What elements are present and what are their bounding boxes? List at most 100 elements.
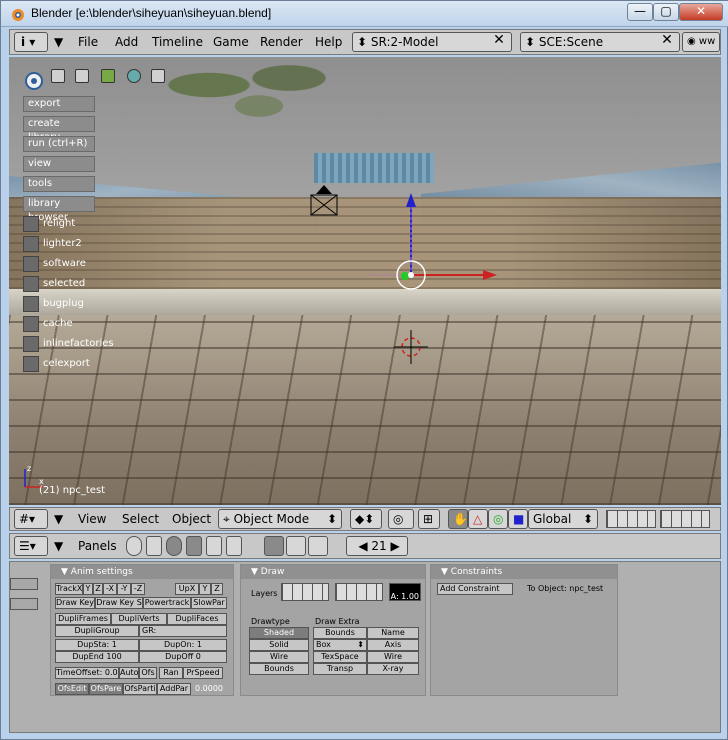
menu-timeline[interactable]: Timeline [152,32,203,52]
add-constraint-button[interactable]: Add Constraint [437,583,513,595]
draw-key-button[interactable]: Draw Key [55,597,95,609]
track-neg-x-button[interactable]: -X [103,583,117,595]
extra-box[interactable]: Box ⬍ [313,639,367,651]
collapse-icon[interactable]: ▼ [251,567,261,577]
upz-button[interactable]: Z [211,583,223,595]
layers-grid-1[interactable] [281,583,329,601]
menu-help[interactable]: Help [315,32,342,52]
layers-grid-2[interactable] [335,583,383,601]
ofsparti-button[interactable]: OfsParti [123,683,157,695]
draw-type-selector[interactable]: ◆⬍ [350,509,382,529]
prspeed-button[interactable]: PrSpeed [183,667,223,679]
extra-name[interactable]: Name [367,627,419,639]
timeoffset-field[interactable]: TimeOffset: 0.00 [55,667,119,679]
particles-subcontext-icon[interactable] [308,536,328,556]
extra-wire[interactable]: Wire [367,651,419,663]
collapse-icon[interactable]: ▼ [61,567,71,577]
left-scroll-tab[interactable] [10,578,38,590]
3d-cursor[interactable] [394,330,428,364]
addpar-button[interactable]: AddPar [157,683,191,695]
scene-context-icon[interactable] [226,536,242,556]
constraints-title[interactable]: ▼ Constraints [431,565,617,579]
duplifaces-button[interactable]: DupliFaces [167,613,227,625]
dupend-field[interactable]: DupEnd 100 [55,651,139,663]
track-neg-z-button[interactable]: -Z [131,583,145,595]
menu-game[interactable]: Game [213,32,249,52]
menu-file[interactable]: File [78,32,98,52]
tracky-button[interactable]: Y [83,583,93,595]
group-field[interactable]: GR: [139,625,227,637]
draw-title[interactable]: ▼ Draw [241,565,425,579]
frame-counter[interactable]: ◀ 21 ▶ [346,536,408,556]
extra-texspace[interactable]: TexSpace [313,651,367,663]
menu-view[interactable]: View [78,509,106,529]
scale-manipulator[interactable]: ■ [508,509,528,529]
maximize-button[interactable]: ▢ [653,3,679,21]
screen-selector[interactable]: ⬍ SR:2-Model [352,32,512,52]
world-selector[interactable]: ◉ ww [682,32,720,52]
delete-screen-icon[interactable]: ✕ [490,32,508,50]
dupoff-field[interactable]: DupOff 0 [139,651,227,663]
prev-frame-icon[interactable]: ◀ [358,539,371,553]
scene-selector[interactable]: ⬍ SCE:Scene [520,32,680,52]
dupsta-field[interactable]: DupSta: 1 [55,639,139,651]
layer-lock-button[interactable]: ⊞ [418,509,440,529]
track-neg-y-button[interactable]: -Y [117,583,131,595]
ran-button[interactable]: Ran [159,667,183,679]
left-scroll-tab-2[interactable] [10,598,38,610]
collapse-triangle-icon[interactable]: ▼ [54,536,63,556]
drawtype-bounds[interactable]: Bounds [249,663,309,675]
delete-scene-icon[interactable]: ✕ [658,32,676,50]
collapse-icon[interactable]: ▼ [441,567,451,577]
object-context-icon[interactable] [186,536,202,556]
minimize-button[interactable]: — [627,3,653,21]
auto-button[interactable]: Auto [119,667,139,679]
upx-button[interactable]: UpX [175,583,199,595]
pivot-selector[interactable]: ◎ [388,509,414,529]
editing-context-icon[interactable] [206,536,222,556]
extra-axis[interactable]: Axis [367,639,419,651]
next-frame-icon[interactable]: ▶ [387,539,399,553]
collapse-triangle-icon[interactable]: ▼ [54,32,63,52]
trackx-button[interactable]: TrackX [55,583,83,595]
drawtype-shaded[interactable]: Shaded [249,627,309,639]
menu-object[interactable]: Object [172,509,211,529]
ofs-button[interactable]: Ofs [139,667,157,679]
dupligroup-button[interactable]: DupliGroup [55,625,139,637]
trackz-button[interactable]: Z [93,583,103,595]
transform-manipulator[interactable] [369,193,497,290]
powertrack-button[interactable]: Powertrack [143,597,191,609]
menu-render[interactable]: Render [260,32,303,52]
layer-buttons-1[interactable] [606,510,656,528]
ofsedit-button[interactable]: OfsEdit [55,683,89,695]
dupliframes-button[interactable]: DupliFrames [55,613,111,625]
draw-key-sel-button[interactable]: Draw Key S [95,597,143,609]
extra-transp[interactable]: Transp [313,663,367,675]
translate-manipulator[interactable]: △ [468,509,488,529]
physics-subcontext-icon[interactable] [286,536,306,556]
window-type-selector[interactable]: i ▾ [14,32,48,52]
anim-settings-title[interactable]: ▼ Anim settings [51,565,233,579]
editor-type-selector[interactable]: #▾ [14,509,48,529]
dupon-field[interactable]: DupOn: 1 [139,639,227,651]
close-button[interactable]: ✕ [679,3,723,21]
upy-button[interactable]: Y [199,583,211,595]
editor-type-selector-buttons[interactable]: ☰▾ [14,536,48,556]
layer-buttons-2[interactable] [660,510,710,528]
orientation-selector[interactable]: Global ⬍ [528,509,598,529]
collapse-triangle-icon[interactable]: ▼ [54,509,63,529]
alpha-field[interactable]: A: 1.00 [389,583,421,601]
object-subcontext-icon[interactable] [264,536,284,556]
dupliverts-button[interactable]: DupliVerts [111,613,167,625]
rotate-manipulator[interactable]: ◎ [488,509,508,529]
3d-viewport[interactable]: export create library run (ctrl+R) view … [9,57,721,505]
extra-xray[interactable]: X-ray [367,663,419,675]
mode-selector[interactable]: ⌖ Object Mode ⬍ [218,509,342,529]
menu-add[interactable]: Add [115,32,138,52]
script-context-icon[interactable] [146,536,162,556]
shading-context-icon[interactable] [166,536,182,556]
camera-object[interactable] [310,185,338,216]
extra-bounds[interactable]: Bounds [313,627,367,639]
drawtype-wire[interactable]: Wire [249,651,309,663]
drawtype-solid[interactable]: Solid [249,639,309,651]
